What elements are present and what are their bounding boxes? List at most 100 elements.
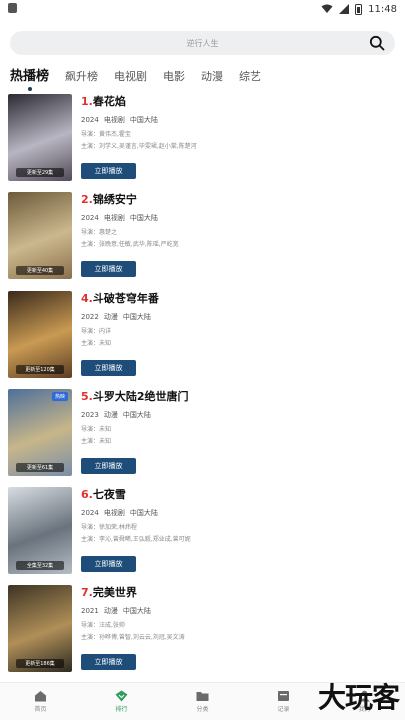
tab-active-indicator — [27, 87, 32, 91]
search-input[interactable]: 逆行人生 — [10, 31, 395, 55]
poster-image[interactable]: 更新至40集 — [8, 192, 72, 280]
home-icon — [35, 691, 46, 702]
history-icon — [278, 691, 289, 701]
item-title: 完美世界 — [92, 586, 137, 600]
list-item[interactable]: 更新至120集 4.斗破苍穹年番 2022 动漫 中国大陆 导演：内详 主演：未知 立即播放 — [0, 290, 405, 389]
episode-badge: 更新至120集 — [16, 364, 64, 374]
rank-number: 2. — [81, 193, 93, 207]
tab-anime[interactable]: 动漫 — [201, 68, 223, 84]
nav-label: 记录 — [277, 706, 290, 713]
item-cast: 主演：未知 — [81, 339, 112, 346]
item-title-row[interactable]: 4.斗破苍穹年番 — [81, 291, 391, 307]
poster-image[interactable]: 全集至32集 — [8, 487, 72, 575]
play-now-button[interactable]: 立即播放 — [81, 359, 136, 376]
play-now-button[interactable]: 立即播放 — [81, 654, 136, 671]
item-type: 动漫 — [103, 410, 118, 419]
nav-label: 排行 — [115, 706, 128, 713]
nav-home[interactable]: 首页 — [0, 683, 81, 720]
tab-rising[interactable]: 飙升榜 — [65, 68, 98, 84]
list-item[interactable]: 全集至32集 6.七夜雪 2024 电视剧 中国大陆 导演：徐加荣,林炜程 主演：李沁,曾舜… — [0, 487, 405, 585]
item-director: 导演：惠楚之 — [81, 229, 118, 236]
list-item[interactable]: 更新至186集 7.完美世界 2021 动漫 中国大陆 导演：汪成,张帅 主演：孙晔博,曾智… — [0, 585, 405, 683]
app-notification-icon — [8, 2, 17, 13]
item-cast: 主演：刘学义,吴谨言,毕雯珺,赵小棠,陈楚河 — [81, 143, 197, 149]
item-region: 中国大陆 — [129, 116, 158, 124]
wifi-icon — [321, 4, 333, 13]
item-year: 2024 — [81, 116, 99, 124]
ranking-list: 更新至29集 1.春花焰 2024 电视剧 中国大陆 导演：黄伟杰,霍宝 主演：刘学义,吴谨… — [0, 94, 405, 684]
tab-variety[interactable]: 综艺 — [239, 68, 261, 84]
nav-history[interactable]: 记录 — [243, 683, 324, 720]
poster-image[interactable]: 更新至120集 — [8, 290, 72, 378]
folder-icon — [196, 692, 209, 701]
poster-tag: 热映 — [51, 391, 68, 401]
item-director: 导演：黄伟杰,霍宝 — [81, 131, 131, 137]
item-info: 5.斗罗大陆2绝世唐门 2023 动漫 中国大陆 导演：未知 主演：未知 立即播放 — [81, 389, 391, 474]
item-info: 2.锦绣安宁 2024 电视剧 中国大陆导演：惠楚之主演：张晚意,任敏,武华,陈瑶,严… — [81, 192, 391, 278]
tab-label: 热播榜 — [10, 69, 50, 84]
list-item[interactable]: 更新至40集 2.锦绣安宁 2024 电视剧 中国大陆导演：惠楚之主演：张晚意,任敏,武… — [0, 192, 405, 290]
item-director: 导演：汪成,张帅 — [81, 622, 125, 629]
item-title-row[interactable]: 6.七夜雪 — [81, 487, 391, 503]
item-region: 中国大陆 — [129, 509, 158, 518]
battery-icon — [355, 3, 363, 15]
list-item[interactable]: 更新至29集 1.春花焰 2024 电视剧 中国大陆导演：黄伟杰,霍宝主演：刘学义,吴谨… — [0, 94, 405, 192]
status-bar: 11:48 — [0, 0, 405, 18]
item-cast: 主演：未知 — [81, 437, 112, 444]
poster-image[interactable]: 更新至186集 — [8, 585, 72, 673]
item-year: 2024 — [81, 509, 99, 518]
item-type: 动漫 — [103, 312, 118, 321]
item-cast: 主演：张晚意,任敏,武华,陈瑶,严屹宽 — [81, 241, 179, 248]
item-title-row[interactable]: 2.锦绣安宁 — [81, 192, 391, 208]
tab-movie[interactable]: 电影 — [163, 68, 185, 84]
item-director: 导演：徐加荣,林炜程 — [81, 524, 137, 531]
tab-hot[interactable]: 热播榜 — [10, 65, 50, 91]
episode-badge: 更新至61集 — [16, 462, 64, 472]
item-year: 2024 — [81, 214, 99, 223]
rank-number: 5. — [81, 389, 93, 403]
item-info: 7.完美世界 2021 动漫 中国大陆 导演：汪成,张帅 主演：孙晔博,曾智,刘云云,刘冠… — [81, 585, 391, 671]
item-meta: 2024 电视剧 中国大陆 — [81, 508, 391, 518]
item-title: 斗罗大陆2绝世唐门 — [92, 389, 189, 403]
item-year: 2021 — [81, 607, 99, 616]
item-meta: 2021 动漫 中国大陆 — [81, 606, 391, 616]
poster-image[interactable]: 热映更新至61集 — [8, 388, 72, 476]
item-title: 斗破苍穹年番 — [92, 291, 159, 305]
rank-number: 7. — [81, 586, 93, 600]
rank-number: 4. — [81, 291, 93, 305]
item-type: 动漫 — [103, 607, 118, 616]
status-time: 11:48 — [368, 3, 397, 15]
nav-category[interactable]: 分类 — [162, 683, 243, 720]
episode-badge: 更新至29集 — [16, 168, 64, 177]
item-title-row[interactable]: 1.春花焰 — [81, 94, 391, 110]
rank-number: 1. — [81, 95, 93, 108]
tab-tv[interactable]: 电视剧 — [114, 68, 147, 84]
item-region: 中国大陆 — [122, 312, 151, 321]
item-title: 七夜雪 — [92, 488, 126, 502]
episode-badge: 全集至32集 — [16, 561, 64, 571]
item-year: 2023 — [81, 410, 99, 419]
search-icon[interactable] — [369, 35, 385, 51]
play-now-button[interactable]: 立即播放 — [81, 261, 136, 278]
item-type: 电视剧 — [103, 214, 125, 223]
list-item[interactable]: 热映 更新至61集 5.斗罗大陆2绝世唐门 2023 动漫 中国大陆 导演：未知 主演：未知立… — [0, 388, 405, 487]
item-title-row[interactable]: 5.斗罗大陆2绝世唐门 — [81, 389, 391, 405]
nav-ranking[interactable]: 排行 — [81, 683, 162, 720]
nav-label: 首页 — [34, 706, 47, 713]
item-info: 6.七夜雪 2024 电视剧 中国大陆 导演：徐加荣,林炜程 主演：李沁,曾舜晞,王弘毅,… — [81, 487, 391, 573]
poster-image[interactable]: 更新至29集 — [8, 94, 72, 181]
item-cast: 主演：孙晔博,曾智,刘云云,刘冠,吴文涛 — [81, 634, 185, 641]
episode-badge: 更新至186集 — [16, 659, 64, 669]
play-now-button[interactable]: 立即播放 — [81, 556, 136, 573]
play-now-button[interactable]: 立即播放 — [81, 457, 136, 474]
item-meta: 2024 电视剧 中国大陆 — [81, 115, 391, 125]
item-title-row[interactable]: 7.完美世界 — [81, 585, 391, 601]
play-now-button[interactable]: 立即播放 — [81, 163, 136, 179]
item-info: 1.春花焰 2024 电视剧 中国大陆导演：黄伟杰,霍宝主演：刘学义,吴谨言,毕雯珺,… — [81, 94, 391, 179]
item-title: 锦绣安宁 — [92, 193, 137, 207]
episode-badge: 更新至40集 — [16, 266, 64, 276]
ranking-icon — [115, 690, 128, 702]
item-meta: 2023 动漫 中国大陆 — [81, 410, 391, 420]
item-meta: 2022 动漫 中国大陆 — [81, 312, 391, 322]
item-region: 中国大陆 — [129, 214, 158, 223]
